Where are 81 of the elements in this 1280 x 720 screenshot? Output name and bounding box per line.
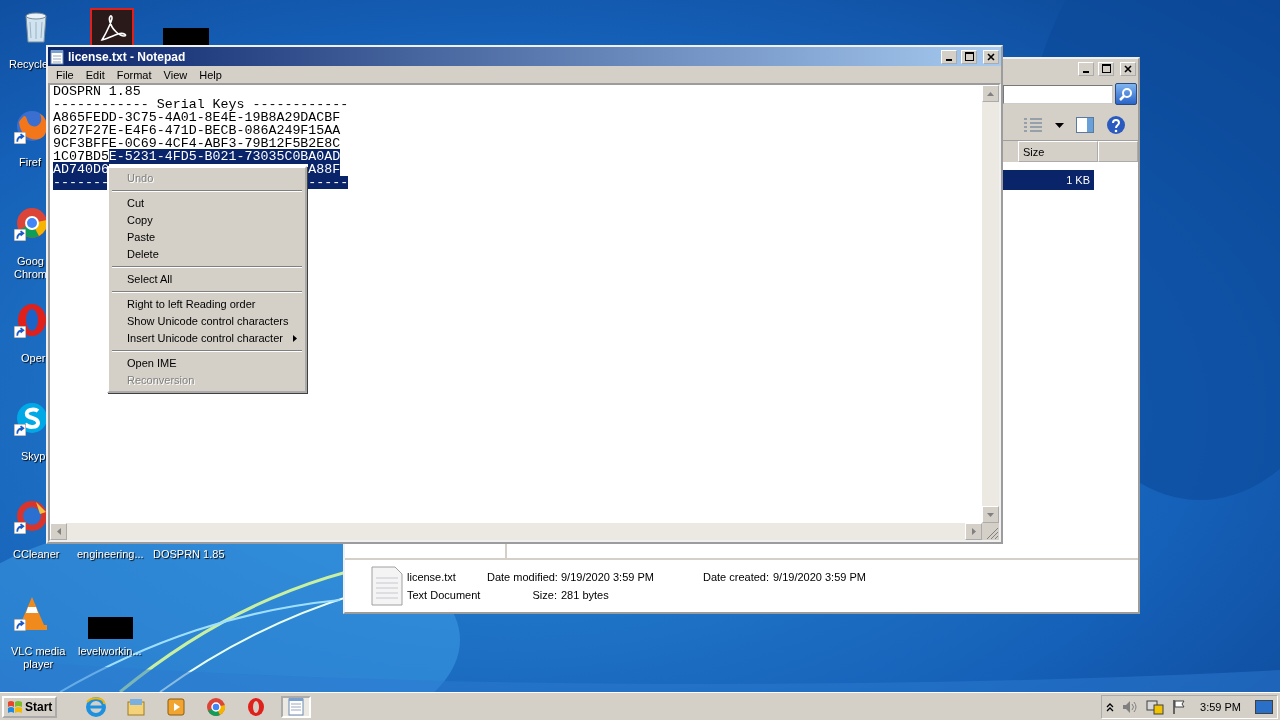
search-button[interactable] <box>1115 83 1137 105</box>
text-line: 9CF3BFFE-0C69-4CF4-ABF3-79B12F5B2E8C <box>53 136 341 151</box>
detail-label: Date created: <box>701 570 769 585</box>
network-icon[interactable] <box>1146 698 1165 715</box>
text-line: 6D27F27E-E4F6-471D-BECB-086A249F15AA <box>53 123 341 138</box>
menu-item[interactable]: Insert Unicode control character <box>111 330 303 347</box>
menu-item[interactable]: Copy <box>111 212 303 229</box>
redacted-block <box>163 28 209 45</box>
menu-item[interactable]: Edit <box>79 68 111 81</box>
flag-icon[interactable] <box>1172 698 1187 715</box>
submenu-arrow-icon <box>293 335 297 342</box>
menu-item[interactable]: Select All <box>111 271 303 288</box>
menu-item[interactable]: Help <box>193 68 228 81</box>
start-button[interactable]: Start <box>2 695 58 718</box>
icon-label: Recycle <box>9 58 49 71</box>
clock[interactable]: 3:59 PM <box>1194 700 1247 713</box>
detail-label: Size: <box>531 588 557 603</box>
minimize-icon <box>946 58 952 61</box>
detail-label: Date modified: <box>487 570 557 585</box>
file-type: Text Document <box>407 588 482 603</box>
icon-label: Skyp <box>21 450 46 463</box>
icon-label: Firef <box>19 156 41 169</box>
text-file-icon <box>371 566 403 606</box>
app-icon <box>85 695 108 718</box>
scroll-left-icon[interactable] <box>56 528 61 535</box>
chevron-up-icon[interactable] <box>1106 701 1115 712</box>
menu-item[interactable]: View <box>157 68 194 81</box>
minimize-icon <box>1083 70 1089 73</box>
maximize-icon <box>1101 64 1111 73</box>
show-desktop-icon[interactable] <box>1255 699 1273 714</box>
detail-value: 9/19/2020 3:59 PM <box>561 570 655 585</box>
taskbar-button[interactable] <box>281 695 312 718</box>
icon-label: CCleaner <box>13 548 60 561</box>
menu-item[interactable]: Format <box>110 68 158 81</box>
redacted-block <box>88 617 133 639</box>
detail-value: 281 bytes <box>561 588 610 603</box>
scroll-down-icon[interactable] <box>987 512 994 517</box>
file-name: license.txt <box>407 570 457 585</box>
text-line: DOSPRN 1.85 <box>53 84 141 99</box>
icon-label: player <box>22 658 55 671</box>
detail-value: 9/19/2020 3:59 PM <box>773 570 867 585</box>
document-icon[interactable] <box>90 8 134 45</box>
menu-item[interactable]: Right to left Reading order <box>111 296 303 313</box>
close-icon <box>1124 64 1132 73</box>
file-row[interactable]: 1 KB <box>1002 170 1094 190</box>
notepad-icon <box>50 48 64 65</box>
menu-item[interactable]: Show Unicode control characters <box>111 313 303 330</box>
menu-item[interactable]: File <box>50 68 80 81</box>
vertical-scrollbar[interactable] <box>982 85 999 523</box>
horizontal-scrollbar[interactable] <box>50 523 982 540</box>
text-line: ------------ Serial Keys ------------ <box>53 97 349 112</box>
menu-item[interactable]: Paste <box>111 229 303 246</box>
maximize-icon <box>964 52 974 61</box>
column-header[interactable] <box>1098 141 1138 162</box>
search-field[interactable] <box>1003 84 1113 104</box>
menu-item[interactable]: Open IME <box>111 355 303 372</box>
maximize-button[interactable] <box>961 49 977 64</box>
scroll-up-icon[interactable] <box>987 91 994 96</box>
icon-label: engineering... <box>77 548 144 561</box>
icon-label: Chrom <box>14 268 47 281</box>
column-header[interactable]: Size <box>1018 141 1098 162</box>
help-icon[interactable] <box>1106 115 1126 135</box>
icon-label: levelworkin... <box>78 645 142 658</box>
windows-flag-icon <box>7 698 23 715</box>
icon-label: DOSPRN 1.85 <box>153 548 225 561</box>
dropdown-arrow-icon[interactable] <box>1055 122 1064 128</box>
menu-item[interactable]: Cut <box>111 195 303 212</box>
text-line: 1C07BD5 <box>53 149 109 164</box>
menu-item[interactable]: Delete <box>111 246 303 263</box>
close-button[interactable] <box>983 49 999 64</box>
icon-label: Goog <box>16 255 45 268</box>
window-title: license.txt - Notepad <box>68 49 187 64</box>
preview-pane-icon[interactable] <box>1076 117 1094 133</box>
close-icon <box>987 52 995 61</box>
minimize-button[interactable] <box>941 49 957 64</box>
icon-label: VLC media <box>11 645 66 658</box>
text-line: A865FEDD-3C75-4A01-8E4E-19B8A29DACBF <box>53 110 341 125</box>
scroll-right-icon[interactable] <box>971 528 976 535</box>
search-icon <box>1119 87 1133 101</box>
speaker-icon[interactable] <box>1122 699 1139 714</box>
icon-label: Oper <box>21 352 46 365</box>
